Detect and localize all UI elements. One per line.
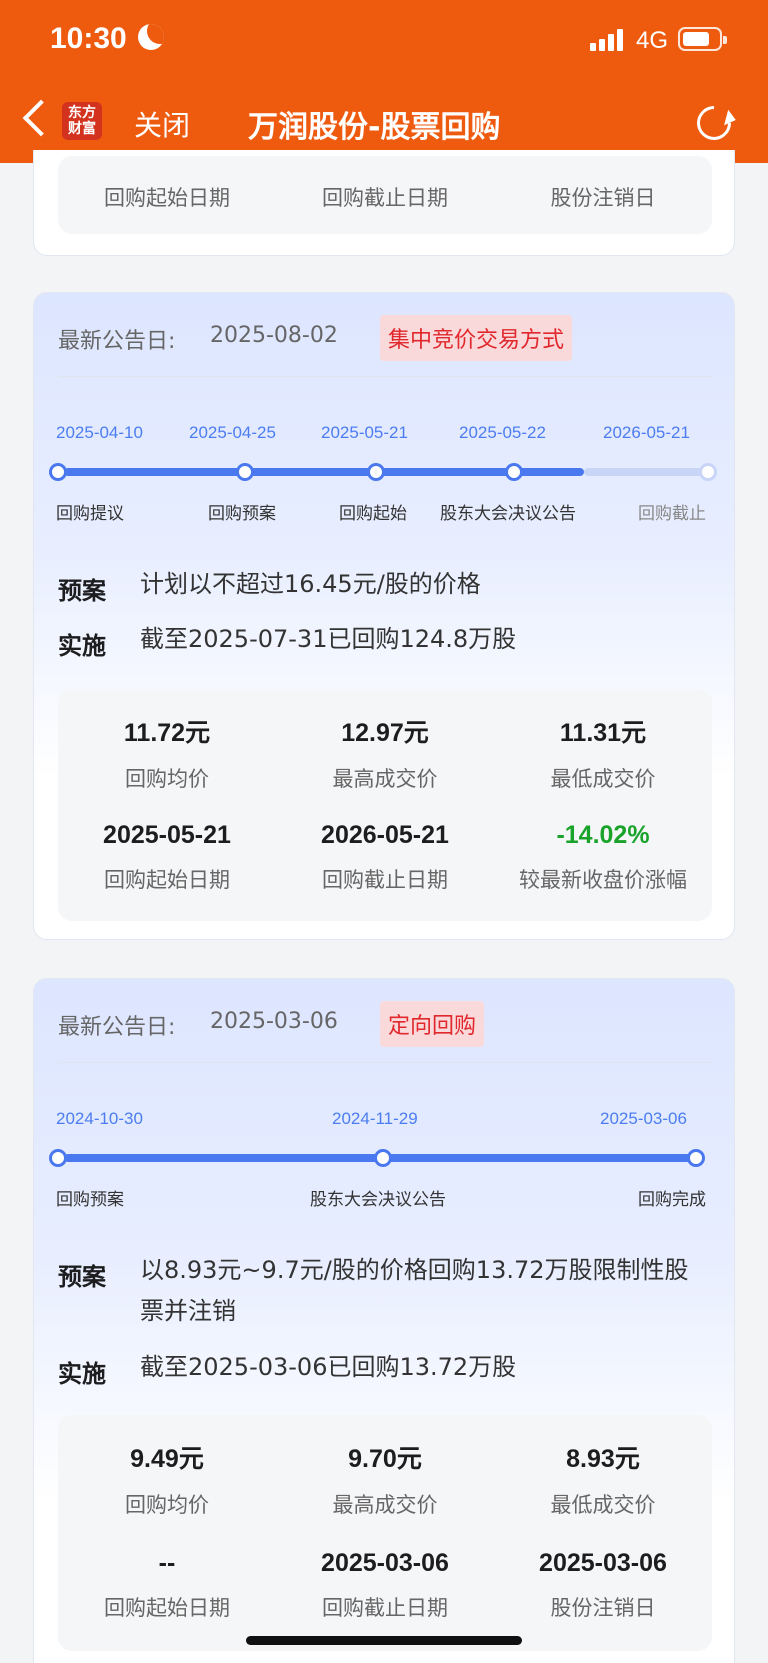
- moon-icon: [138, 24, 164, 50]
- timeline-dot: [367, 463, 385, 481]
- timeline-label: 回购预案: [208, 504, 276, 524]
- timeline-date: 2026-05-21: [603, 423, 690, 442]
- timeline-dot: [236, 463, 254, 481]
- announce-date: 2025-08-02: [210, 323, 338, 348]
- timeline-label: 回购预案: [56, 1190, 124, 1210]
- timeline-dot: [49, 1149, 67, 1167]
- plan-text: 计划以不超过16.45元/股的价格: [140, 570, 481, 598]
- timeline-date: 2025-05-21: [321, 423, 408, 442]
- top-bar: 10:30 4G 东方 财富 关闭 万润股份-股票回购: [0, 0, 768, 163]
- timeline-date: 2024-10-30: [56, 1109, 143, 1128]
- stat-value: 2025-03-06: [321, 1549, 449, 1577]
- timeline-date: 2025-04-10: [56, 423, 143, 442]
- timeline-dot: [49, 463, 67, 481]
- stat-label: 最高成交价: [332, 767, 438, 791]
- timeline-dot: [374, 1149, 392, 1167]
- implementation-key: 实施: [58, 632, 106, 660]
- timeline-label: 回购提议: [56, 504, 124, 524]
- stat-value: 2026-05-21: [321, 821, 449, 849]
- stat-value: 8.93元: [566, 1445, 640, 1473]
- timeline-date: 2025-04-25: [189, 423, 276, 442]
- stat-label: 回购均价: [125, 1493, 209, 1517]
- implementation-key: 实施: [58, 1360, 106, 1388]
- stat-value: 2025-05-21: [103, 821, 231, 849]
- plan-text: 以8.93元~9.7元/股的价格回购13.72万股限制性股票并注销: [140, 1256, 689, 1325]
- plan-key: 预案: [58, 1263, 106, 1291]
- announce-label: 最新公告日:: [58, 329, 176, 354]
- stat-label: 较最新收盘价涨幅: [519, 868, 687, 892]
- stat-label: 回购截止日期: [322, 1596, 448, 1620]
- stat-value: 9.49元: [130, 1445, 204, 1473]
- timeline-date: 2025-03-06: [600, 1109, 687, 1128]
- stats-box: 回购起始日期 回购截止日期 股份注销日: [58, 156, 712, 234]
- implementation-text: 截至2025-03-06已回购13.72万股: [140, 1353, 517, 1381]
- timeline-date: 2025-05-22: [459, 423, 546, 442]
- stat-label: 回购起始日期: [104, 186, 230, 210]
- buyback-card-previous: 回购起始日期 回购截止日期 股份注销日: [33, 150, 735, 256]
- timeline-date: 2024-11-29: [332, 1109, 418, 1128]
- stat-value: 11.31元: [559, 719, 647, 747]
- timeline-dot: [699, 463, 717, 481]
- status-time: 10:30: [50, 22, 127, 55]
- stat-value-change: -14.02%: [556, 821, 650, 849]
- stat-value: 12.97元: [341, 719, 429, 747]
- buyback-type-badge: 集中竞价交易方式: [380, 315, 573, 361]
- stat-label: 股份注销日: [550, 1596, 656, 1620]
- timeline-label: 回购截止: [638, 504, 706, 524]
- timeline-dot: [687, 1149, 705, 1167]
- timeline-dot: [505, 463, 523, 481]
- timeline-label: 股东大会决议公告: [310, 1190, 446, 1210]
- buyback-type-badge: 定向回购: [380, 1001, 485, 1047]
- divider: [58, 1062, 712, 1063]
- plan-key: 预案: [58, 577, 106, 605]
- signal-icon: [590, 29, 624, 51]
- stat-label: 最低成交价: [550, 1493, 656, 1517]
- home-indicator[interactable]: [246, 1636, 522, 1645]
- timeline-label: 回购起始: [339, 504, 407, 524]
- close-button[interactable]: 关闭: [134, 104, 190, 144]
- stats-box: 9.49元回购均价 9.70元最高成交价 8.93元最低成交价 -- 回购起始日期…: [58, 1415, 712, 1651]
- announce-date: 2025-03-06: [210, 1009, 338, 1034]
- timeline-label: 回购完成: [638, 1190, 706, 1210]
- stat-label: 股份注销日: [550, 186, 656, 210]
- stat-value: --: [158, 1549, 176, 1577]
- stat-label: 回购起始日期: [104, 868, 230, 892]
- buyback-card[interactable]: 最新公告日: 2025-08-02 集中竞价交易方式 2025-04-10 20…: [33, 292, 735, 940]
- network-type: 4G: [636, 27, 669, 54]
- app-logo: 东方 财富: [62, 102, 102, 140]
- stat-value: 9.70元: [348, 1445, 422, 1473]
- stats-box: 11.72元回购均价 12.97元最高成交价 11.31元最低成交价 2025-…: [58, 689, 712, 921]
- stat-label: 最低成交价: [550, 767, 656, 791]
- divider: [58, 376, 712, 377]
- announce-label: 最新公告日:: [58, 1015, 176, 1040]
- stat-value: 2025-03-06: [539, 1549, 667, 1577]
- back-icon[interactable]: [22, 99, 60, 137]
- stat-label: 回购均价: [125, 767, 209, 791]
- refresh-icon[interactable]: [689, 98, 739, 148]
- implementation-text: 截至2025-07-31已回购124.8万股: [140, 625, 517, 653]
- stat-label: 回购截止日期: [322, 186, 448, 210]
- page-title: 万润股份-股票回购: [248, 110, 501, 145]
- battery-icon: [678, 27, 727, 51]
- timeline-remaining: [584, 468, 704, 476]
- stat-label: 回购截止日期: [322, 868, 448, 892]
- timeline-label: 股东大会决议公告: [440, 504, 576, 524]
- stat-label: 回购起始日期: [104, 1596, 230, 1620]
- buyback-card[interactable]: 最新公告日: 2025-03-06 定向回购 2024-10-30 2024-1…: [33, 978, 735, 1663]
- stat-label: 最高成交价: [332, 1493, 438, 1517]
- stat-value: 11.72元: [123, 719, 211, 747]
